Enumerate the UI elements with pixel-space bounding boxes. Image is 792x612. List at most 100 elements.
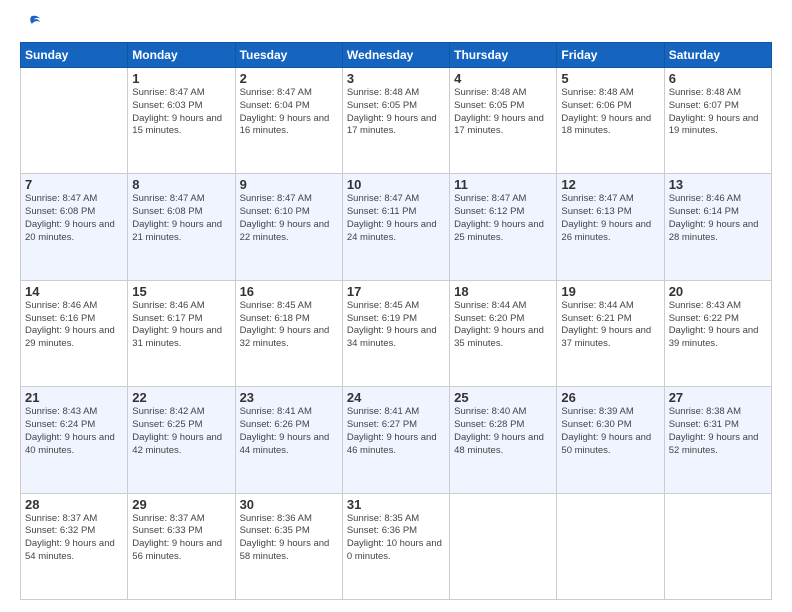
- cell-w5-d2: 30Sunrise: 8:36 AM Sunset: 6:35 PM Dayli…: [235, 493, 342, 599]
- cell-w1-d0: [21, 68, 128, 174]
- week-row-3: 14Sunrise: 8:46 AM Sunset: 6:16 PM Dayli…: [21, 280, 772, 386]
- cell-w1-d1: 1Sunrise: 8:47 AM Sunset: 6:03 PM Daylig…: [128, 68, 235, 174]
- day-info: Sunrise: 8:43 AM Sunset: 6:22 PM Dayligh…: [669, 300, 767, 351]
- day-info: Sunrise: 8:40 AM Sunset: 6:28 PM Dayligh…: [454, 406, 552, 457]
- cell-w5-d5: [557, 493, 664, 599]
- day-number: 3: [347, 71, 445, 86]
- cell-w5-d4: [450, 493, 557, 599]
- cell-w1-d2: 2Sunrise: 8:47 AM Sunset: 6:04 PM Daylig…: [235, 68, 342, 174]
- day-number: 6: [669, 71, 767, 86]
- day-info: Sunrise: 8:42 AM Sunset: 6:25 PM Dayligh…: [132, 406, 230, 457]
- day-info: Sunrise: 8:41 AM Sunset: 6:27 PM Dayligh…: [347, 406, 445, 457]
- day-number: 26: [561, 390, 659, 405]
- day-number: 27: [669, 390, 767, 405]
- day-number: 30: [240, 497, 338, 512]
- day-number: 18: [454, 284, 552, 299]
- day-number: 10: [347, 177, 445, 192]
- day-info: Sunrise: 8:47 AM Sunset: 6:10 PM Dayligh…: [240, 193, 338, 244]
- day-number: 23: [240, 390, 338, 405]
- day-info: Sunrise: 8:47 AM Sunset: 6:03 PM Dayligh…: [132, 87, 230, 138]
- cell-w2-d5: 12Sunrise: 8:47 AM Sunset: 6:13 PM Dayli…: [557, 174, 664, 280]
- header-saturday: Saturday: [664, 43, 771, 68]
- day-info: Sunrise: 8:46 AM Sunset: 6:17 PM Dayligh…: [132, 300, 230, 351]
- cell-w2-d0: 7Sunrise: 8:47 AM Sunset: 6:08 PM Daylig…: [21, 174, 128, 280]
- cell-w5-d6: [664, 493, 771, 599]
- week-row-1: 1Sunrise: 8:47 AM Sunset: 6:03 PM Daylig…: [21, 68, 772, 174]
- day-number: 20: [669, 284, 767, 299]
- cell-w4-d2: 23Sunrise: 8:41 AM Sunset: 6:26 PM Dayli…: [235, 387, 342, 493]
- day-info: Sunrise: 8:38 AM Sunset: 6:31 PM Dayligh…: [669, 406, 767, 457]
- day-number: 8: [132, 177, 230, 192]
- day-number: 12: [561, 177, 659, 192]
- weekday-header-row: Sunday Monday Tuesday Wednesday Thursday…: [21, 43, 772, 68]
- cell-w3-d3: 17Sunrise: 8:45 AM Sunset: 6:19 PM Dayli…: [342, 280, 449, 386]
- cell-w1-d5: 5Sunrise: 8:48 AM Sunset: 6:06 PM Daylig…: [557, 68, 664, 174]
- page: Sunday Monday Tuesday Wednesday Thursday…: [0, 0, 792, 612]
- week-row-2: 7 Sunrise: 8:47 AM Sunset: 6:08 PM Daylig…: [21, 174, 772, 280]
- day-number: 14: [25, 284, 123, 299]
- day-info: Sunrise: 8:48 AM Sunset: 6:05 PM Dayligh…: [347, 87, 445, 138]
- day-number: 28: [25, 497, 123, 512]
- cell-w4-d1: 22Sunrise: 8:42 AM Sunset: 6:25 PM Dayli…: [128, 387, 235, 493]
- week-row-4: 21Sunrise: 8:43 AM Sunset: 6:24 PM Dayli…: [21, 387, 772, 493]
- day-number: 25: [454, 390, 552, 405]
- day-info: Sunrise: 8:37 AM Sunset: 6:32 PM Dayligh…: [25, 513, 123, 564]
- cell-w2-d6: 13Sunrise: 8:46 AM Sunset: 6:14 PM Dayli…: [664, 174, 771, 280]
- day-number: 2: [240, 71, 338, 86]
- day-info: Sunrise: 8:47 AM Sunset: 6:13 PM Dayligh…: [561, 193, 659, 244]
- cell-w3-d1: 15Sunrise: 8:46 AM Sunset: 6:17 PM Dayli…: [128, 280, 235, 386]
- day-info: Sunrise: 8:46 AM Sunset: 6:16 PM Dayligh…: [25, 300, 123, 351]
- day-info: Sunrise: 8:47 AM Sunset: 6:12 PM Dayligh…: [454, 193, 552, 244]
- cell-w3-d0: 14Sunrise: 8:46 AM Sunset: 6:16 PM Dayli…: [21, 280, 128, 386]
- day-number: 15: [132, 284, 230, 299]
- cell-w1-d6: 6Sunrise: 8:48 AM Sunset: 6:07 PM Daylig…: [664, 68, 771, 174]
- day-info: Sunrise: 8:47 AM Sunset: 6:08 PM Dayligh…: [132, 193, 230, 244]
- day-info: Sunrise: 8:48 AM Sunset: 6:05 PM Dayligh…: [454, 87, 552, 138]
- header: [20, 16, 772, 34]
- cell-w1-d3: 3Sunrise: 8:48 AM Sunset: 6:05 PM Daylig…: [342, 68, 449, 174]
- cell-w5-d1: 29Sunrise: 8:37 AM Sunset: 6:33 PM Dayli…: [128, 493, 235, 599]
- day-number: 13: [669, 177, 767, 192]
- day-number: 29: [132, 497, 230, 512]
- cell-w5-d3: 31Sunrise: 8:35 AM Sunset: 6:36 PM Dayli…: [342, 493, 449, 599]
- day-info: Sunrise: 8:41 AM Sunset: 6:26 PM Dayligh…: [240, 406, 338, 457]
- day-number: 9: [240, 177, 338, 192]
- cell-w5-d0: 28Sunrise: 8:37 AM Sunset: 6:32 PM Dayli…: [21, 493, 128, 599]
- cell-w4-d4: 25Sunrise: 8:40 AM Sunset: 6:28 PM Dayli…: [450, 387, 557, 493]
- day-number: 1: [132, 71, 230, 86]
- day-info: Sunrise: 8:44 AM Sunset: 6:21 PM Dayligh…: [561, 300, 659, 351]
- day-number: 22: [132, 390, 230, 405]
- week-row-5: 28Sunrise: 8:37 AM Sunset: 6:32 PM Dayli…: [21, 493, 772, 599]
- day-number: 17: [347, 284, 445, 299]
- day-info: Sunrise: 8:36 AM Sunset: 6:35 PM Dayligh…: [240, 513, 338, 564]
- day-number: 16: [240, 284, 338, 299]
- day-info: Sunrise: 8:43 AM Sunset: 6:24 PM Dayligh…: [25, 406, 123, 457]
- header-wednesday: Wednesday: [342, 43, 449, 68]
- cell-w4-d6: 27Sunrise: 8:38 AM Sunset: 6:31 PM Dayli…: [664, 387, 771, 493]
- day-info: Sunrise: 8:46 AM Sunset: 6:14 PM Dayligh…: [669, 193, 767, 244]
- day-number: 21: [25, 390, 123, 405]
- logo-bird-icon: [22, 14, 40, 32]
- calendar-table: Sunday Monday Tuesday Wednesday Thursday…: [20, 42, 772, 600]
- cell-w2-d1: 8Sunrise: 8:47 AM Sunset: 6:08 PM Daylig…: [128, 174, 235, 280]
- header-thursday: Thursday: [450, 43, 557, 68]
- day-number: 11: [454, 177, 552, 192]
- day-number: 31: [347, 497, 445, 512]
- day-number: 24: [347, 390, 445, 405]
- day-number: 19: [561, 284, 659, 299]
- logo-text: [20, 16, 40, 34]
- day-info: Sunrise: 8:44 AM Sunset: 6:20 PM Dayligh…: [454, 300, 552, 351]
- day-info: Sunrise: 8:35 AM Sunset: 6:36 PM Dayligh…: [347, 513, 445, 564]
- day-info: Sunrise: 8:45 AM Sunset: 6:18 PM Dayligh…: [240, 300, 338, 351]
- cell-w4-d0: 21Sunrise: 8:43 AM Sunset: 6:24 PM Dayli…: [21, 387, 128, 493]
- cell-w3-d2: 16Sunrise: 8:45 AM Sunset: 6:18 PM Dayli…: [235, 280, 342, 386]
- cell-w2-d3: 10Sunrise: 8:47 AM Sunset: 6:11 PM Dayli…: [342, 174, 449, 280]
- logo: [20, 16, 40, 34]
- cell-w2-d2: 9Sunrise: 8:47 AM Sunset: 6:10 PM Daylig…: [235, 174, 342, 280]
- day-number: 7: [25, 177, 123, 192]
- cell-w4-d3: 24Sunrise: 8:41 AM Sunset: 6:27 PM Dayli…: [342, 387, 449, 493]
- day-info: Sunrise: 8:47 AM Sunset: 6:11 PM Dayligh…: [347, 193, 445, 244]
- day-info: Sunrise: 8:48 AM Sunset: 6:06 PM Dayligh…: [561, 87, 659, 138]
- day-info: Sunrise: 8:45 AM Sunset: 6:19 PM Dayligh…: [347, 300, 445, 351]
- header-monday: Monday: [128, 43, 235, 68]
